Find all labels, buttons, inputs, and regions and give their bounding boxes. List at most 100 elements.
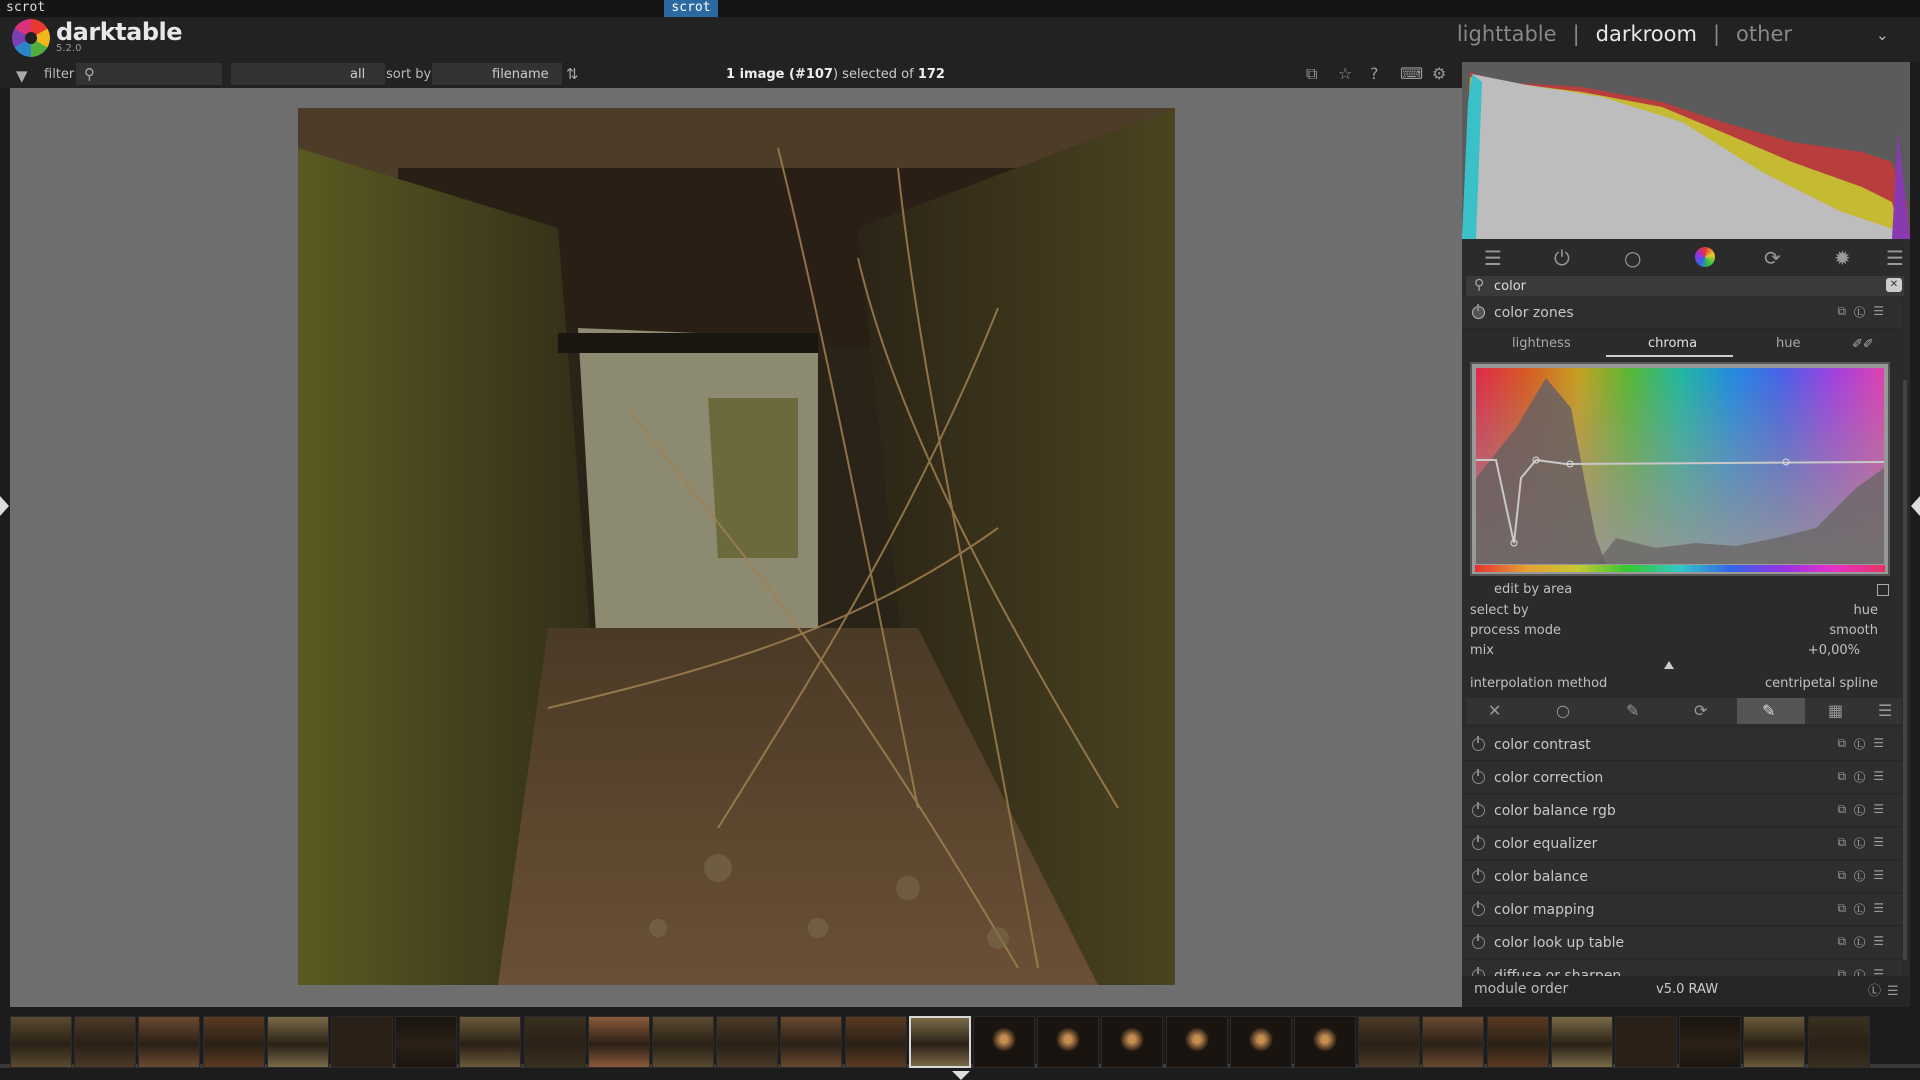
select-by-row[interactable]: select by hue	[1470, 601, 1890, 621]
filmstrip-thumbnail[interactable]	[266, 1016, 329, 1068]
module-row[interactable]: color contrast ⧉Ⓛ☰	[1462, 729, 1902, 761]
filmstrip-thumbnail[interactable]	[1486, 1016, 1549, 1068]
filmstrip-thumbnail-selected[interactable]	[908, 1016, 971, 1068]
filmstrip-thumbnail[interactable]	[138, 1016, 201, 1068]
filmstrip-thumbnail[interactable]	[780, 1016, 843, 1068]
process-mode-value[interactable]: smooth	[1829, 623, 1878, 638]
filmstrip-thumbnail[interactable]	[1807, 1016, 1870, 1068]
gear-icon[interactable]: ⚙	[1432, 64, 1446, 83]
process-mode-row[interactable]: process mode smooth	[1470, 621, 1890, 641]
chevron-down-icon[interactable]: ⌄	[1876, 26, 1889, 44]
module-row[interactable]: color balance ⧉Ⓛ☰	[1462, 861, 1902, 893]
mask-menu-icon[interactable]: ☰	[1878, 701, 1892, 720]
power-icon[interactable]	[1472, 934, 1485, 949]
filmstrip-thumbnail[interactable]	[1294, 1016, 1356, 1068]
power-icon[interactable]	[1472, 835, 1485, 850]
module-actions[interactable]: ⧉Ⓛ☰	[1837, 835, 1892, 850]
filmstrip-thumbnail[interactable]	[523, 1016, 586, 1068]
interpolation-row[interactable]: interpolation method centripetal spline	[1470, 674, 1890, 694]
color-picker-icon[interactable]: ✐✐	[1852, 337, 1874, 352]
filmstrip-thumbnail[interactable]	[1550, 1016, 1613, 1068]
power-icon[interactable]	[1472, 868, 1485, 883]
mask-off-icon[interactable]: ✕	[1488, 701, 1501, 720]
filmstrip-thumbnail[interactable]	[1229, 1016, 1292, 1068]
filmstrip-thumbnail[interactable]	[973, 1016, 1035, 1068]
module-order-value[interactable]: v5.0 RAW	[1656, 982, 1718, 997]
interpolation-value[interactable]: centripetal spline	[1765, 676, 1878, 691]
correct-icon[interactable]: ⟳	[1764, 246, 1781, 270]
panel-scrollbar[interactable]	[1903, 380, 1907, 960]
tab-lightness[interactable]: lightness	[1512, 336, 1571, 351]
filmstrip-thumbnail[interactable]	[716, 1016, 779, 1068]
presets-icon[interactable]: ☰	[1886, 246, 1904, 270]
filter-icon[interactable]: ▼	[16, 67, 34, 85]
search-input[interactable]	[76, 63, 222, 85]
edit-by-area-row[interactable]: edit by area	[1470, 580, 1890, 600]
sort-order-icon[interactable]: ⇅	[566, 65, 579, 83]
mix-slider-marker[interactable]	[1664, 661, 1674, 669]
filmstrip-thumbnail[interactable]	[331, 1016, 393, 1068]
module-actions[interactable]: ⧉Ⓛ☰	[1837, 736, 1892, 751]
filmstrip-thumbnail[interactable]	[10, 1016, 72, 1068]
power-icon[interactable]	[1472, 802, 1485, 817]
drawn-mask-icon[interactable]: ✎	[1626, 701, 1639, 720]
module-row[interactable]: color correction ⧉Ⓛ☰	[1462, 762, 1902, 794]
module-order-presets-icon[interactable]: Ⓛ☰	[1868, 980, 1905, 999]
view-lighttable[interactable]: lighttable	[1457, 22, 1557, 46]
parametric-mask-icon[interactable]: ⟳	[1694, 701, 1707, 720]
module-search-input[interactable]	[1466, 276, 1904, 296]
keyboard-icon[interactable]: ⌨	[1400, 64, 1423, 83]
filmstrip-thumbnail[interactable]	[587, 1016, 650, 1068]
module-actions[interactable]: ⧉Ⓛ☰	[1837, 868, 1892, 883]
view-darkroom[interactable]: darkroom	[1596, 22, 1697, 46]
filmstrip-thumbnail[interactable]	[1101, 1016, 1164, 1068]
module-actions[interactable]: ⧉Ⓛ☰	[1837, 934, 1892, 949]
clear-search-icon[interactable]: ✕	[1886, 278, 1902, 292]
power-icon[interactable]	[1472, 901, 1485, 916]
filmstrip-thumbnail[interactable]	[1743, 1016, 1806, 1068]
filmstrip-thumbnail[interactable]	[1358, 1016, 1421, 1068]
filmstrip-thumbnail[interactable]	[1422, 1016, 1485, 1068]
select-by-value[interactable]: hue	[1854, 603, 1878, 618]
filmstrip-thumbnail[interactable]	[395, 1016, 458, 1068]
filmstrip-thumbnail[interactable]	[1165, 1016, 1228, 1068]
color-icon[interactable]	[1695, 247, 1715, 267]
filmstrip-thumbnail[interactable]	[652, 1016, 714, 1068]
collapse-filmstrip-icon[interactable]	[952, 1071, 970, 1080]
power-icon[interactable]	[1472, 736, 1485, 751]
module-row[interactable]: color look up table ⧉Ⓛ☰	[1462, 927, 1902, 959]
power-icon[interactable]	[1472, 769, 1485, 784]
photo-preview[interactable]	[298, 108, 1175, 985]
active-modules-icon[interactable]: ⏻	[1554, 246, 1570, 270]
module-color-zones-header[interactable]: color zones ⧉Ⓛ☰	[1462, 297, 1902, 329]
module-row[interactable]: color mapping ⧉Ⓛ☰	[1462, 894, 1902, 926]
histogram[interactable]	[1462, 62, 1910, 239]
view-other[interactable]: other	[1736, 22, 1792, 46]
power-icon[interactable]	[1472, 304, 1485, 319]
module-actions[interactable]: ⧉Ⓛ☰	[1837, 901, 1892, 916]
quick-access-icon[interactable]: ☰	[1484, 246, 1502, 270]
effect-icon[interactable]: ✹	[1834, 246, 1851, 270]
uniform-mask-icon[interactable]: ○	[1556, 701, 1570, 720]
raster-mask-icon[interactable]: ▦	[1828, 701, 1843, 720]
expand-left-panel-icon[interactable]	[0, 496, 9, 516]
filmstrip-thumbnail[interactable]	[1037, 1016, 1100, 1068]
filmstrip-thumbnail[interactable]	[844, 1016, 907, 1068]
mix-slider[interactable]: mix +0,00%	[1470, 641, 1890, 661]
help-icon[interactable]: ?	[1370, 64, 1379, 83]
tab-hue[interactable]: hue	[1776, 336, 1800, 351]
collapse-right-panel-icon[interactable]	[1911, 496, 1920, 516]
edit-by-area-checkbox[interactable]	[1877, 584, 1889, 596]
color-zones-graph[interactable]	[1470, 362, 1890, 576]
star-icon[interactable]: ☆	[1338, 64, 1352, 83]
module-actions[interactable]: ⧉Ⓛ☰	[1837, 304, 1892, 319]
filmstrip-thumbnail[interactable]	[74, 1016, 137, 1068]
module-actions[interactable]: ⧉Ⓛ☰	[1837, 769, 1892, 784]
grouping-icon[interactable]: ⧉	[1306, 64, 1317, 84]
module-actions[interactable]: ⧉Ⓛ☰	[1837, 802, 1892, 817]
filmstrip-thumbnail[interactable]	[1615, 1016, 1677, 1068]
filmstrip-thumbnail[interactable]	[202, 1016, 265, 1068]
filmstrip-thumbnail[interactable]	[1679, 1016, 1742, 1068]
module-row[interactable]: color balance rgb ⧉Ⓛ☰	[1462, 795, 1902, 827]
filmstrip-thumbnail[interactable]	[459, 1016, 522, 1068]
